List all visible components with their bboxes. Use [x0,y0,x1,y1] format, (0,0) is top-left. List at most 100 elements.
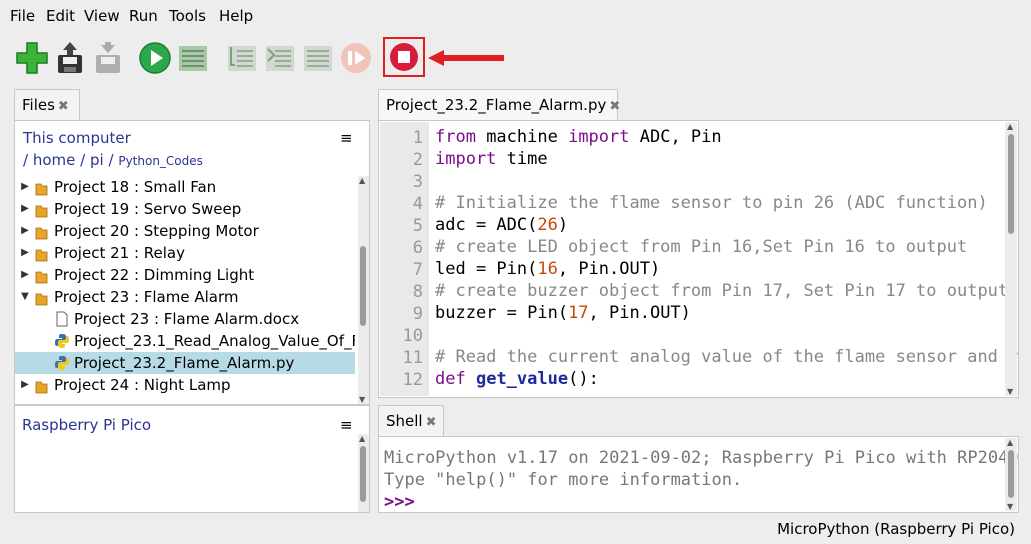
save-icon [58,42,82,73]
scroll-down-icon[interactable]: ▼ [359,395,365,404]
files-scrollbar[interactable]: ▲ ▼ [358,176,369,404]
code-comment: # create LED object from Pin 16,Set Pin … [435,237,968,257]
scrollbar-thumb[interactable] [1008,450,1014,498]
run-button[interactable] [137,40,173,76]
code-text: time [496,149,548,169]
tree-item-project-21[interactable]: ▶ Project 21 : Relay [15,242,355,264]
annotation-arrow-icon [428,50,504,66]
scroll-up-icon[interactable]: ▲ [1007,438,1013,447]
code-editor[interactable]: 1 2 3 4 5 6 7 8 9 10 11 12 from machine … [378,120,1019,398]
save-button[interactable] [52,40,88,76]
breadcrumb-root[interactable]: / [23,151,28,169]
expand-arrow-icon[interactable]: ▶ [19,264,31,286]
close-icon[interactable]: ✖ [426,415,437,430]
tree-item-docx[interactable]: Project 23 : Flame Alarm.docx [15,308,355,330]
scroll-up-icon[interactable]: ▲ [359,176,365,185]
menu-tools[interactable]: Tools [169,7,206,25]
expand-arrow-icon[interactable]: ▶ [19,176,31,198]
document-icon [54,311,70,327]
save-as-button[interactable] [90,40,126,76]
tree-item-label: Project_23.1_Read_Analog_Value_Of_Fl [74,332,355,350]
files-tree-panel: This computer ≡ / home / pi / Python_Cod… [14,120,370,405]
scrollbar-thumb[interactable] [1008,134,1014,234]
tree-item-project-18[interactable]: ▶ Project 18 : Small Fan [15,176,355,198]
step-into-button[interactable] [262,40,298,76]
pico-scrollbar[interactable]: ▲ [358,434,369,512]
new-file-button[interactable] [14,40,50,76]
shell-prompt[interactable]: >>> [384,492,415,512]
expand-arrow-icon[interactable]: ▶ [19,198,31,220]
debug-button[interactable] [175,40,211,76]
tree-item-label: Project 23 : Flame Alarm [54,288,239,306]
tab-editor-file[interactable]: Project_23.2_Flame_Alarm.py ✖ [378,89,620,121]
collapse-arrow-icon[interactable]: ▼ [19,286,31,308]
stop-button[interactable] [383,37,425,77]
tree-item-py-23-1[interactable]: Project_23.1_Read_Analog_Value_Of_Fl [15,330,355,352]
code-text: , Pin.OUT) [588,303,691,323]
number-literal: 16 [537,259,558,279]
line-number: 8 [412,282,423,302]
code-line: adc = ADC(26) [435,215,568,235]
tree-item-project-19[interactable]: ▶ Project 19 : Servo Sweep [15,198,355,220]
tree-item-label: Project 24 : Night Lamp [54,376,231,394]
breadcrumb-pi[interactable]: pi [90,151,104,169]
line-number: 9 [412,304,423,324]
tab-files-label: Files [22,96,55,114]
resume-button[interactable] [338,40,374,76]
tab-shell[interactable]: Shell ✖ [378,405,444,437]
close-icon[interactable]: ✖ [58,99,69,114]
menu-run[interactable]: Run [129,7,158,25]
step-into-icon [266,46,294,71]
tree-item-project-22[interactable]: ▶ Project 22 : Dimming Light [15,264,355,286]
editor-scrollbar[interactable]: ▲ ▼ [1005,122,1017,396]
scroll-down-icon[interactable]: ▼ [1007,387,1013,396]
tree-item-project-24[interactable]: ▶ Project 24 : Night Lamp [15,374,355,396]
step-over-button[interactable] [224,40,260,76]
stop-icon [390,43,418,71]
menu-edit[interactable]: Edit [46,7,75,25]
scrollbar-thumb[interactable] [360,246,366,326]
menu-file[interactable]: File [10,7,35,25]
keyword: from [435,127,476,147]
expand-arrow-icon[interactable]: ▶ [19,374,31,396]
menu-view[interactable]: View [84,7,120,25]
interpreter-status[interactable]: MicroPython (Raspberry Pi Pico) [777,520,1015,538]
code-line: led = Pin(16, Pin.OUT) [435,259,660,279]
tab-editor-label: Project_23.2_Flame_Alarm.py [386,96,607,114]
line-number: 5 [412,216,423,236]
step-out-icon [304,46,332,71]
scrollbar-thumb[interactable] [360,446,366,502]
code-text: buzzer = Pin( [435,303,569,323]
scroll-down-icon[interactable]: ▼ [1007,502,1013,511]
breadcrumb-home[interactable]: home [33,151,76,169]
expand-arrow-icon[interactable]: ▶ [19,242,31,264]
pico-label: Raspberry Pi Pico [22,416,152,434]
shell-scrollbar[interactable]: ▲ ▼ [1005,438,1017,511]
python-file-icon [54,355,70,371]
tree-item-project-20[interactable]: ▶ Project 20 : Stepping Motor [15,220,355,242]
shell-console[interactable]: MicroPython v1.17 on 2021-09-02; Raspber… [378,436,1019,513]
breadcrumb-python-codes[interactable]: Python_Codes [118,154,203,168]
menu-help[interactable]: Help [219,7,253,25]
line-number: 12 [402,370,423,390]
step-out-button[interactable] [300,40,336,76]
folder-icon [35,268,48,284]
code-line: def get_value(): [435,369,599,389]
tree-item-project-23[interactable]: ▼ Project 23 : Flame Alarm [15,286,355,308]
function-name: get_value [475,369,569,389]
scroll-up-icon[interactable]: ▲ [1007,122,1013,131]
tree-item-py-23-2-selected[interactable]: Project_23.2_Flame_Alarm.py [15,352,355,374]
expand-arrow-icon[interactable]: ▶ [19,220,31,242]
folder-icon [35,378,48,394]
scroll-up-icon[interactable]: ▲ [359,434,365,443]
menu-icon[interactable]: ≡ [340,416,353,434]
menu-icon[interactable]: ≡ [340,129,353,147]
close-icon[interactable]: ✖ [609,99,620,114]
code-text: adc = ADC( [435,215,538,235]
breadcrumb-separator: / [108,151,114,169]
line-number-gutter: 1 2 3 4 5 6 7 8 9 10 11 12 [380,122,429,396]
code-comment: # Read the current analog value of the f… [435,347,1019,367]
tree-item-label: Project_23.2_Flame_Alarm.py [74,354,295,372]
tab-files[interactable]: Files ✖ [14,89,80,121]
